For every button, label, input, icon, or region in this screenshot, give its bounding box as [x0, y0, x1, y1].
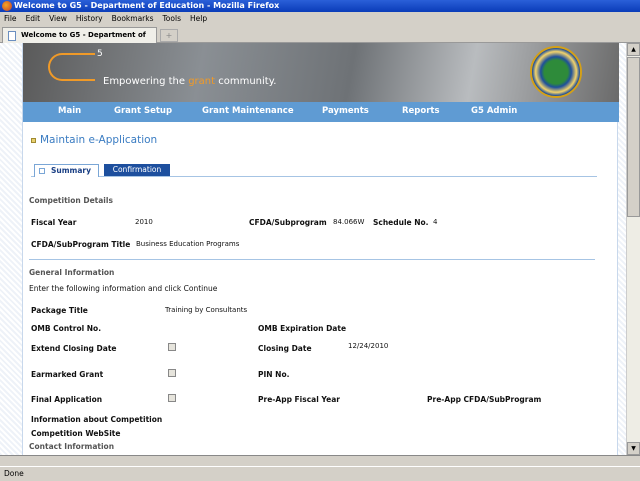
competition-website-label: Competition WebSite: [31, 429, 121, 438]
extend-closing-checkbox[interactable]: [168, 343, 176, 351]
scroll-up-arrow-icon[interactable]: ▲: [627, 43, 640, 56]
divider: [29, 259, 595, 260]
nav-payments[interactable]: Payments: [322, 106, 369, 116]
package-title-label: Package Title: [31, 306, 88, 315]
status-text: Done: [4, 469, 24, 478]
status-bar: Done: [0, 466, 640, 480]
cfda-label: CFDA/Subprogram: [249, 218, 327, 227]
horizontal-scrollbar[interactable]: [0, 455, 640, 466]
page-title: Maintain e-Application: [31, 134, 157, 146]
tab-summary[interactable]: Summary: [34, 164, 99, 177]
menu-tools[interactable]: Tools: [163, 12, 181, 26]
package-title-value: Training by Consultants: [165, 306, 248, 314]
nav-grant-maintenance[interactable]: Grant Maintenance: [202, 106, 294, 116]
new-tab-button[interactable]: +: [160, 29, 178, 42]
browser-tab[interactable]: Welcome to G5 - Department of Edu...: [2, 27, 157, 54]
cfda-value: 84.066W: [333, 218, 365, 226]
final-application-label: Final Application: [31, 395, 103, 404]
tagline: Empowering the grant community.: [103, 76, 276, 87]
menu-bar: File Edit View History Bookmarks Tools H…: [0, 12, 640, 26]
preapp-fy-label: Pre-App Fiscal Year: [258, 395, 340, 404]
contact-heading: Contact Information: [29, 442, 115, 451]
tagline-accent: grant: [188, 76, 216, 87]
page-title-text: Maintain e-Application: [40, 134, 158, 146]
nav-reports[interactable]: Reports: [402, 106, 440, 116]
tagline-post: community.: [215, 76, 277, 87]
bullet-icon: [31, 138, 36, 143]
nav-main[interactable]: Main: [58, 106, 81, 116]
closing-date-value: 12/24/2010: [348, 342, 389, 350]
firefox-icon: [2, 1, 12, 11]
instructions: Enter the following information and clic…: [29, 284, 218, 293]
vertical-scrollbar[interactable]: ▲ ▼: [626, 43, 640, 455]
cfda-title-label: CFDA/SubProgram Title: [31, 240, 131, 249]
menu-view[interactable]: View: [49, 12, 67, 26]
page-viewport: 5 Empowering the grant community. Main G…: [0, 43, 626, 455]
fiscal-year-value: 2010: [135, 218, 153, 226]
page-icon: [8, 31, 16, 41]
scroll-down-arrow-icon[interactable]: ▼: [627, 442, 640, 455]
final-application-checkbox[interactable]: [168, 394, 176, 402]
window-title: Welcome to G5 - Department of Education …: [14, 1, 280, 10]
omb-expiration-label: OMB Expiration Date: [258, 324, 347, 333]
pin-label: PIN No.: [258, 370, 290, 379]
earmarked-label: Earmarked Grant: [31, 370, 104, 379]
general-heading: General Information: [29, 268, 115, 277]
extend-closing-label: Extend Closing Date: [31, 344, 117, 353]
page-content: 5 Empowering the grant community. Main G…: [22, 43, 619, 455]
g5-logo: [48, 53, 95, 81]
nav-g5-admin[interactable]: G5 Admin: [471, 106, 517, 116]
omb-control-label: OMB Control No.: [31, 324, 102, 333]
page-tabs: Summary Confirmation: [31, 164, 597, 177]
closing-date-label: Closing Date: [258, 344, 312, 353]
competition-heading: Competition Details: [29, 196, 113, 205]
earmarked-checkbox[interactable]: [168, 369, 176, 377]
competition-info-label: Information about Competition: [31, 415, 163, 424]
department-seal-icon: [530, 46, 582, 98]
schedule-label: Schedule No.: [373, 218, 429, 227]
tab-arrow-icon: [39, 168, 45, 174]
menu-help[interactable]: Help: [190, 12, 207, 26]
menu-bookmarks[interactable]: Bookmarks: [112, 12, 154, 26]
logo-superscript: 5: [97, 49, 103, 59]
cfda-title-value: Business Education Programs: [136, 240, 240, 248]
window-title-bar: Welcome to G5 - Department of Education …: [0, 0, 640, 12]
menu-edit[interactable]: Edit: [26, 12, 41, 26]
tab-confirmation[interactable]: Confirmation: [104, 164, 170, 176]
banner: 5 Empowering the grant community.: [23, 43, 619, 102]
preapp-cfda-label: Pre-App CFDA/SubProgram: [427, 395, 542, 404]
menu-history[interactable]: History: [76, 12, 103, 26]
tagline-pre: Empowering the: [103, 76, 189, 87]
scroll-thumb[interactable]: [627, 57, 640, 217]
browser-tab-bar: Welcome to G5 - Department of Edu... +: [0, 26, 640, 54]
tab-summary-label: Summary: [51, 166, 92, 175]
schedule-value: 4: [433, 218, 438, 226]
nav-grant-setup[interactable]: Grant Setup: [114, 106, 172, 116]
fiscal-year-label: Fiscal Year: [31, 218, 77, 227]
menu-file[interactable]: File: [4, 12, 17, 26]
main-nav: Main Grant Setup Grant Maintenance Payme…: [23, 102, 619, 122]
